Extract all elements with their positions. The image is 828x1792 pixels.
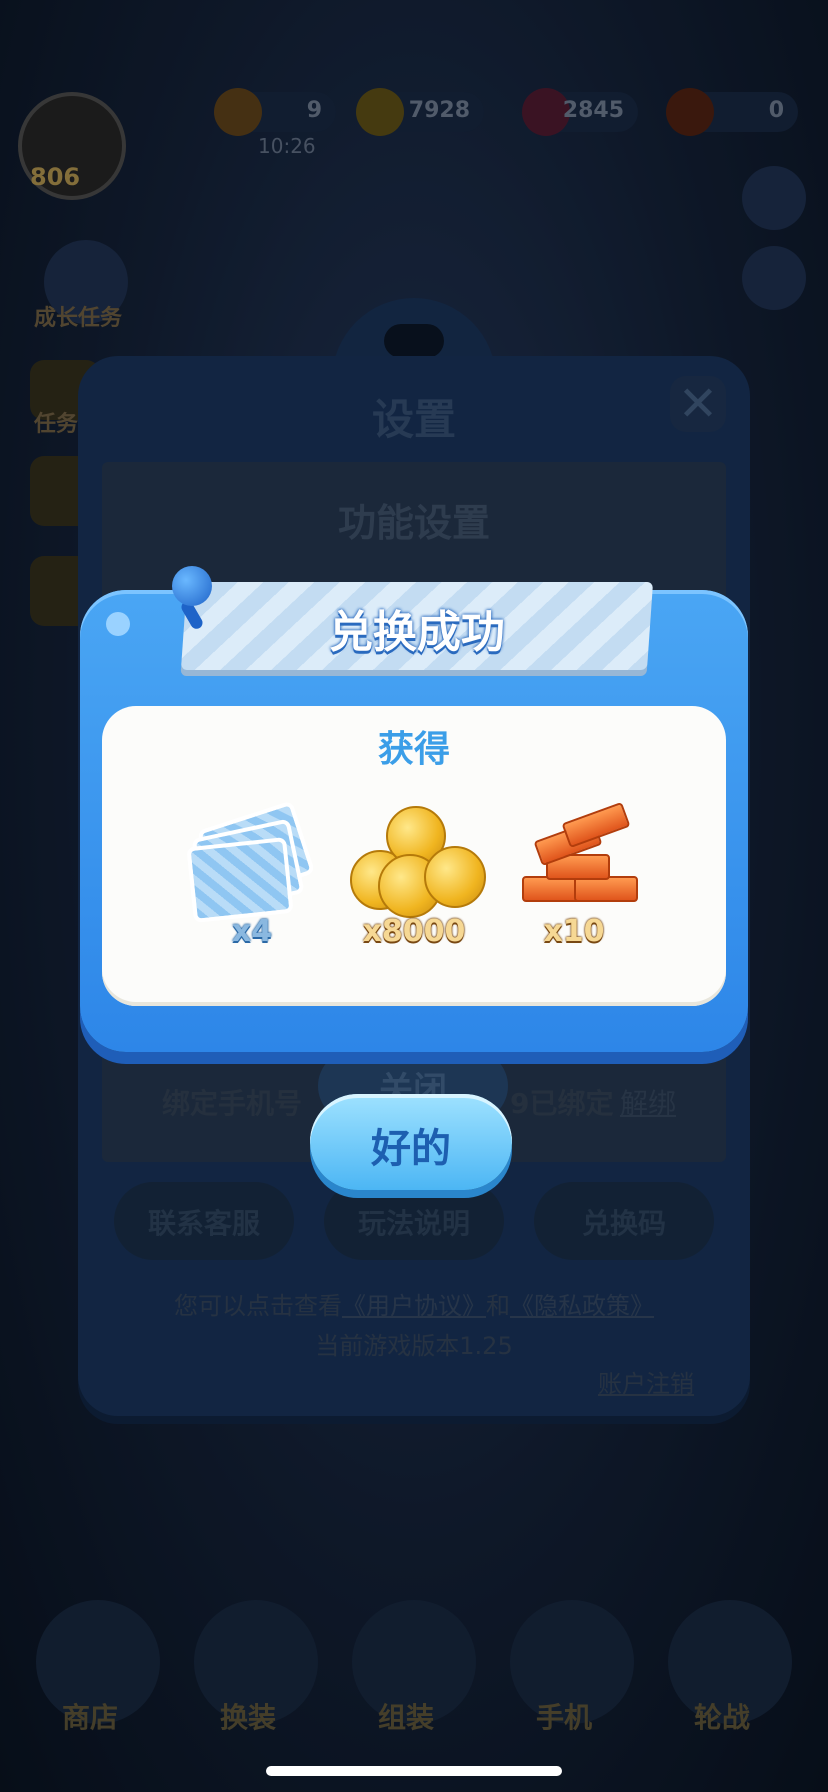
pushpin-icon — [172, 566, 212, 606]
reward-qty: x8000 — [362, 914, 466, 949]
title-ribbon: 兑换成功 — [180, 582, 654, 670]
reward-gold-bars: x10 — [494, 792, 654, 962]
ok-button[interactable]: 好的 — [310, 1094, 512, 1190]
reward-panel: 获得 x4 x8000 x10 — [102, 706, 726, 1006]
reward-qty: x4 — [231, 914, 273, 949]
home-indicator[interactable] — [266, 1766, 562, 1776]
obtained-label: 获得 — [377, 729, 450, 770]
modal-title: 兑换成功 — [328, 607, 505, 658]
exchange-success-modal: 兑换成功 获得 x4 x8000 x10 — [80, 566, 748, 1052]
reward-coins: x8000 — [334, 792, 494, 962]
reward-qty: x10 — [543, 914, 605, 949]
reward-card-pack: x4 — [172, 792, 332, 962]
